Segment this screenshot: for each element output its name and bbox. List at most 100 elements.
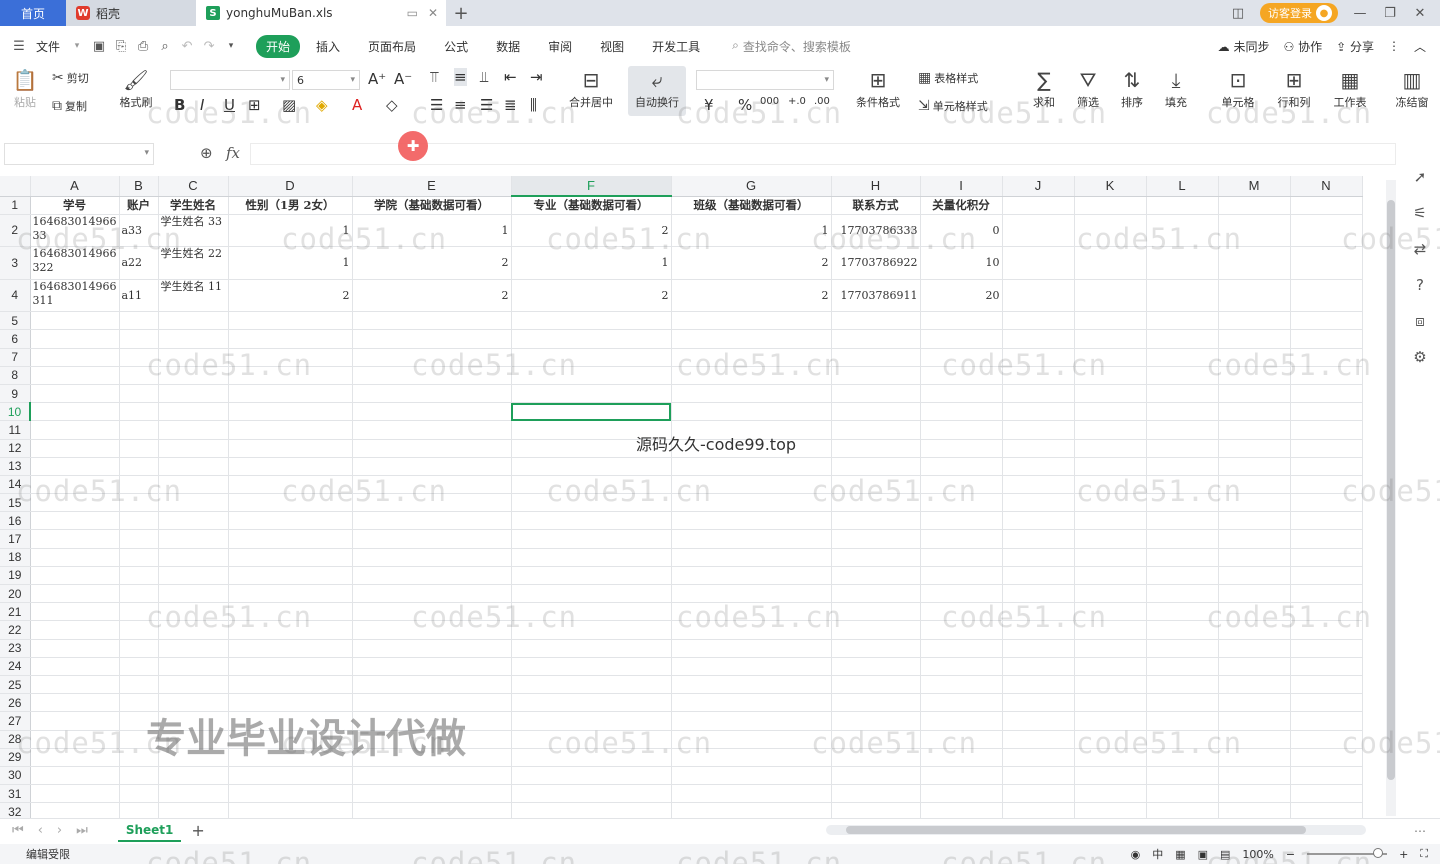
cell[interactable]: a22 bbox=[119, 246, 159, 280]
row-header[interactable]: 28 bbox=[0, 730, 31, 749]
more-icon[interactable]: ⋯ bbox=[1414, 824, 1426, 838]
cell[interactable] bbox=[158, 457, 229, 476]
column-header[interactable]: I bbox=[920, 176, 1003, 197]
cell[interactable] bbox=[920, 802, 1003, 818]
cell[interactable] bbox=[1290, 602, 1363, 622]
help-icon[interactable]: ? bbox=[1416, 276, 1424, 294]
cell[interactable] bbox=[831, 639, 921, 658]
cell[interactable] bbox=[920, 311, 1003, 331]
cell[interactable] bbox=[119, 620, 159, 640]
align-bottom-icon[interactable]: ⫫ bbox=[480, 68, 488, 86]
cell[interactable] bbox=[1290, 675, 1363, 695]
cell[interactable] bbox=[1002, 439, 1075, 458]
row-header[interactable]: 13 bbox=[0, 457, 31, 476]
row-header[interactable]: 21 bbox=[0, 602, 31, 622]
cell[interactable] bbox=[671, 511, 832, 531]
cell[interactable] bbox=[1146, 566, 1219, 586]
cell[interactable] bbox=[158, 566, 229, 586]
cell[interactable] bbox=[158, 348, 229, 367]
cell[interactable] bbox=[158, 529, 229, 549]
cell[interactable] bbox=[1218, 246, 1291, 280]
zoom-slider-knob[interactable] bbox=[1373, 848, 1384, 858]
cell[interactable] bbox=[671, 493, 832, 513]
cell[interactable] bbox=[1290, 402, 1363, 422]
cell[interactable] bbox=[831, 802, 921, 818]
cell[interactable] bbox=[1218, 620, 1291, 640]
cell[interactable]: 关量化积分 bbox=[920, 196, 1003, 215]
cell[interactable] bbox=[119, 457, 159, 476]
column-header[interactable]: J bbox=[1002, 176, 1075, 197]
cell[interactable] bbox=[920, 766, 1003, 786]
cell[interactable] bbox=[1002, 566, 1075, 586]
column-header[interactable]: E bbox=[352, 176, 512, 197]
cell[interactable] bbox=[1002, 639, 1075, 658]
cell[interactable] bbox=[1218, 214, 1291, 248]
transfer-icon[interactable]: ⇄ bbox=[1414, 240, 1427, 258]
cell[interactable] bbox=[1146, 802, 1219, 818]
cell[interactable]: 性别（1男 2女） bbox=[228, 196, 353, 215]
zoom-magnifier-icon[interactable]: ⊕ bbox=[200, 144, 213, 162]
cell[interactable] bbox=[920, 493, 1003, 513]
cell[interactable] bbox=[1290, 348, 1363, 367]
cell[interactable] bbox=[30, 620, 120, 640]
cell[interactable] bbox=[228, 311, 353, 331]
cell[interactable] bbox=[1146, 529, 1219, 549]
tab-home[interactable]: 首页 bbox=[0, 0, 66, 26]
cell[interactable] bbox=[671, 529, 832, 549]
filter-button[interactable]: ⛛ 筛选 bbox=[1068, 66, 1108, 110]
cell[interactable] bbox=[671, 402, 832, 422]
cell[interactable] bbox=[119, 366, 159, 385]
cell[interactable]: 20 bbox=[920, 279, 1003, 313]
zoom-slider[interactable] bbox=[1307, 848, 1388, 858]
cell[interactable]: 2 bbox=[671, 279, 832, 313]
cell[interactable] bbox=[1002, 784, 1075, 804]
row-header[interactable]: 18 bbox=[0, 548, 31, 567]
cell[interactable] bbox=[1074, 675, 1147, 695]
cell[interactable] bbox=[1146, 693, 1219, 713]
cell[interactable] bbox=[671, 384, 832, 404]
cell[interactable] bbox=[228, 657, 353, 676]
cell[interactable] bbox=[352, 548, 512, 567]
cell[interactable] bbox=[920, 711, 1003, 731]
cell[interactable] bbox=[30, 602, 120, 622]
cell[interactable] bbox=[1002, 457, 1075, 476]
cell[interactable] bbox=[1146, 246, 1219, 280]
cell[interactable]: 专业（基础数据可看） bbox=[511, 196, 672, 215]
cell[interactable] bbox=[158, 602, 229, 622]
sheet-tab-sheet1[interactable]: Sheet1 bbox=[117, 820, 182, 842]
cell[interactable] bbox=[511, 384, 672, 404]
cell[interactable] bbox=[1218, 548, 1291, 567]
cell[interactable] bbox=[158, 384, 229, 404]
row-header[interactable]: 8 bbox=[0, 366, 31, 385]
cell[interactable]: 2 bbox=[352, 279, 512, 313]
cell[interactable] bbox=[1218, 366, 1291, 385]
fill-button[interactable]: ⤓ 填充 bbox=[1156, 66, 1196, 110]
tab-close-icon[interactable]: ✕ bbox=[428, 6, 438, 20]
cell[interactable] bbox=[30, 439, 120, 458]
cell[interactable] bbox=[1218, 279, 1291, 313]
bold-icon[interactable]: B bbox=[174, 96, 185, 114]
cell[interactable] bbox=[119, 566, 159, 586]
cell[interactable] bbox=[511, 711, 672, 731]
freeze-panes-button[interactable]: ▥ 冻结窗 bbox=[1392, 66, 1432, 110]
cell[interactable] bbox=[1074, 529, 1147, 549]
cell[interactable] bbox=[352, 493, 512, 513]
cell[interactable] bbox=[831, 566, 921, 586]
row-header[interactable]: 20 bbox=[0, 584, 31, 604]
cell[interactable] bbox=[831, 348, 921, 367]
cell[interactable] bbox=[920, 348, 1003, 367]
column-header[interactable]: F bbox=[511, 176, 672, 197]
cell[interactable] bbox=[30, 802, 120, 818]
cell[interactable] bbox=[1218, 420, 1291, 440]
fullscreen-icon[interactable]: ⛶ bbox=[1420, 847, 1428, 861]
column-header[interactable]: A bbox=[30, 176, 120, 197]
guest-login-button[interactable]: 访客登录 ● bbox=[1260, 3, 1338, 23]
cell[interactable] bbox=[671, 584, 832, 604]
cell[interactable] bbox=[228, 620, 353, 640]
cell[interactable] bbox=[119, 602, 159, 622]
cell[interactable] bbox=[228, 511, 353, 531]
format-painter-button[interactable]: 🖌 格式刷 bbox=[114, 66, 158, 110]
cell[interactable] bbox=[831, 784, 921, 804]
cell[interactable] bbox=[1074, 348, 1147, 367]
row-header[interactable]: 9 bbox=[0, 384, 31, 404]
